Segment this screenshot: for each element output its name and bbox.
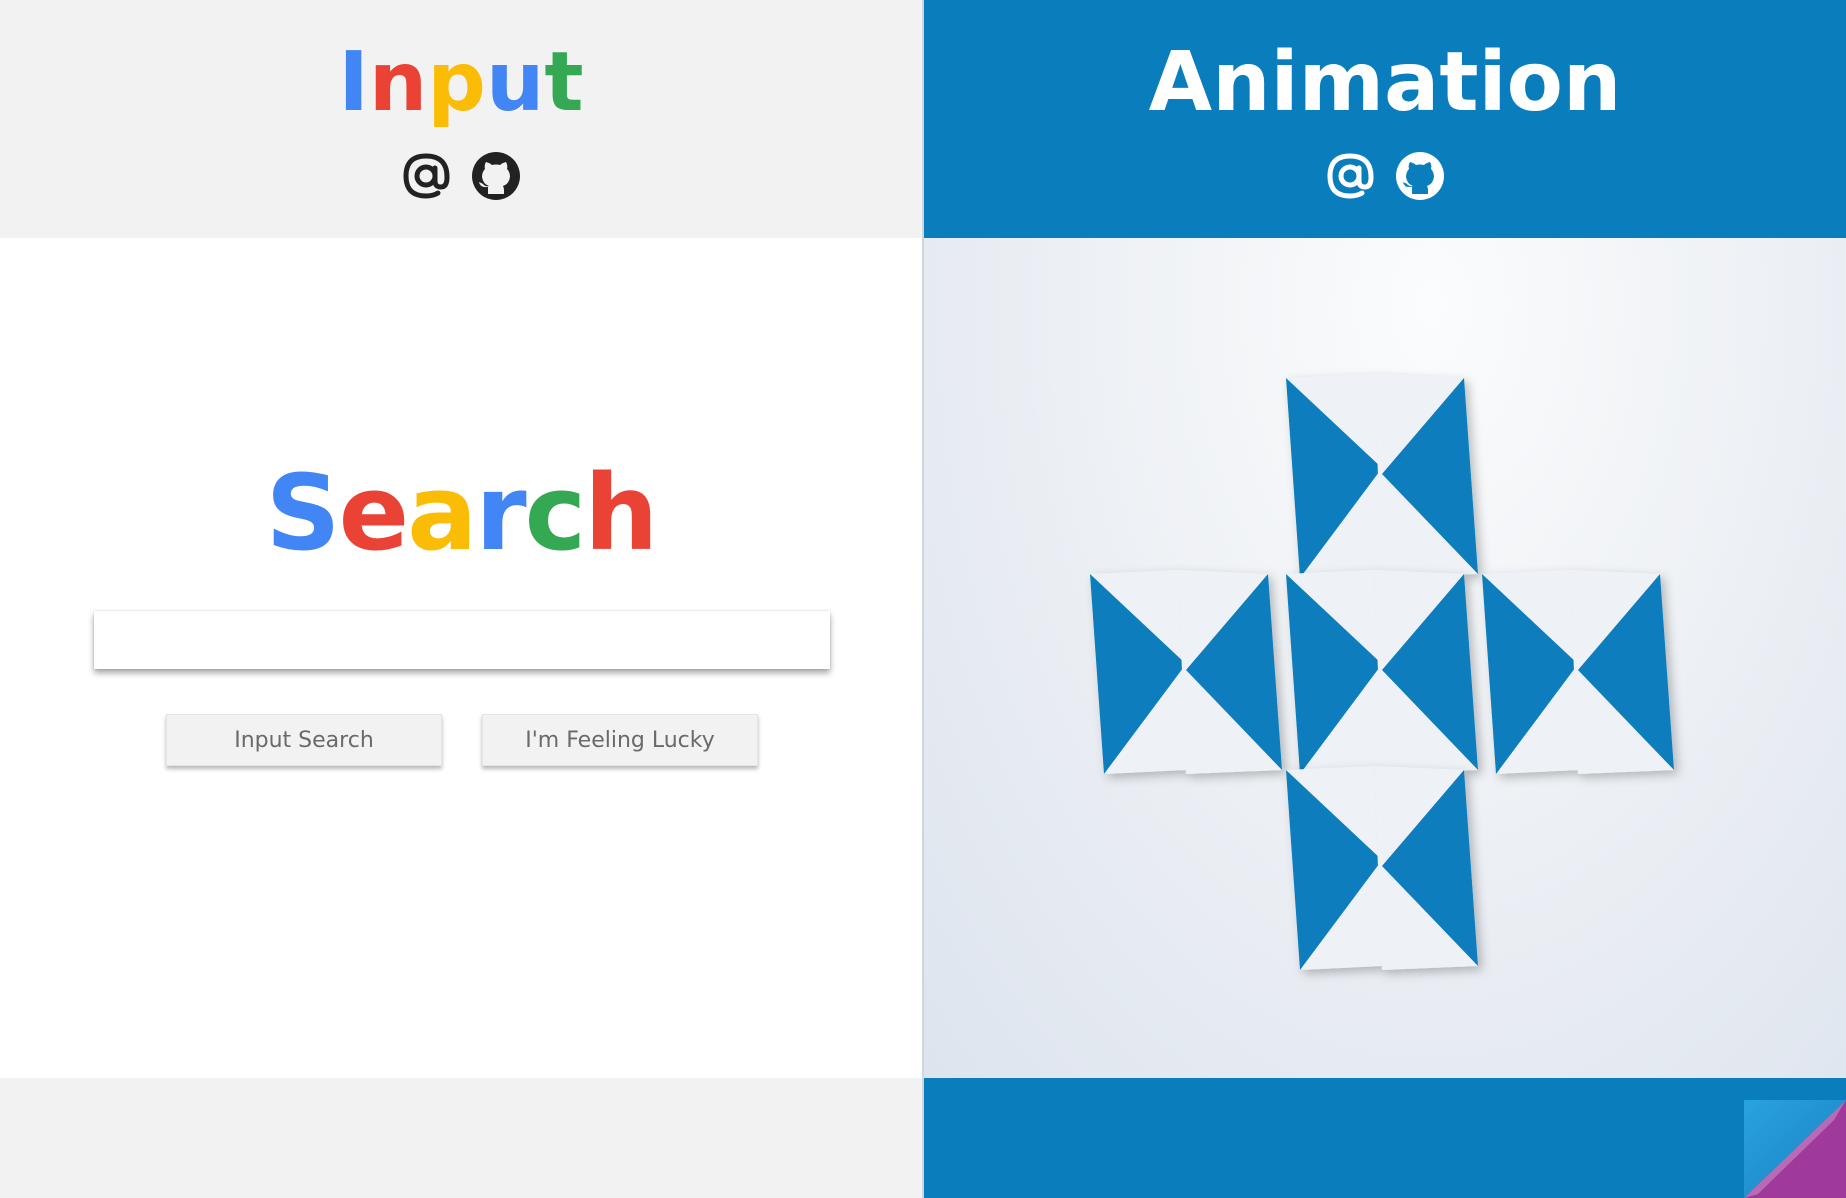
input-title-letter: p	[427, 35, 486, 130]
feeling-lucky-button[interactable]: I'm Feeling Lucky	[482, 714, 758, 766]
input-icon-row	[0, 150, 922, 202]
input-search-button[interactable]: Input Search	[166, 714, 442, 766]
animation-stage	[924, 238, 1846, 1078]
animation-header: Animation	[924, 0, 1846, 238]
input-title-letter: I	[338, 35, 369, 130]
input-title: Input	[0, 33, 922, 133]
search-logo-letter: r	[475, 452, 526, 574]
input-header: Input	[0, 0, 922, 238]
animation-icon-row	[924, 150, 1846, 202]
input-title-letter: u	[486, 35, 545, 130]
animation-title: Animation	[1148, 35, 1622, 130]
animation-tile	[1286, 766, 1478, 970]
animation-tile	[1286, 570, 1478, 774]
input-title-letter: n	[368, 35, 428, 130]
search-logo: Search	[0, 453, 922, 573]
github-icon[interactable]	[1394, 150, 1446, 202]
github-icon[interactable]	[470, 150, 522, 202]
search-logo-letter: c	[524, 452, 587, 574]
search-logo-letter: h	[584, 452, 658, 574]
search-logo-letter: S	[265, 452, 341, 574]
search-logo-letter: a	[407, 452, 477, 574]
animation-demo-panel: Animation	[924, 0, 1846, 1198]
at-sign-icon[interactable]	[400, 150, 452, 202]
search-area: Search Input Search I'm Feeling Lucky	[0, 238, 922, 1078]
search-logo-letter: e	[338, 452, 410, 574]
input-demo-panel: Input Search Input Search I'm Feeling Lu…	[0, 0, 924, 1198]
input-title-letter: t	[544, 35, 584, 130]
tile-animation	[1090, 374, 1674, 970]
animation-tile	[1286, 374, 1478, 578]
at-sign-icon[interactable]	[1324, 150, 1376, 202]
animation-tile	[1482, 570, 1674, 774]
animation-footer	[924, 1078, 1846, 1198]
page-curl-corner[interactable]	[1744, 1100, 1846, 1198]
search-input[interactable]	[94, 611, 830, 669]
input-footer	[0, 1078, 922, 1198]
animation-tile	[1090, 570, 1282, 774]
